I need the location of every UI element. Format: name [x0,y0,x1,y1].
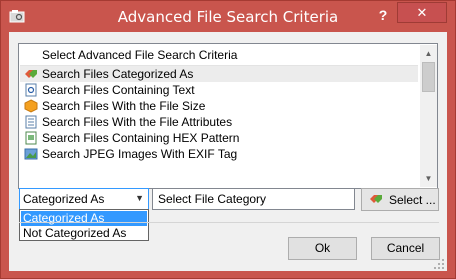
cancel-button[interactable]: Cancel [371,237,440,260]
list-item-hex[interactable]: Search Files Containing HEX Pattern [20,130,418,146]
condition-combo[interactable]: Categorized As ▼ [19,188,149,210]
list-item-categorized[interactable]: Search Files Categorized As [20,66,418,82]
category-field[interactable]: Select File Category [152,188,355,210]
hex-document-icon [25,131,37,145]
scroll-down-arrow-icon[interactable]: ▼ [420,170,437,187]
list-item-label: Search Files With the File Size [42,99,206,113]
category-tags-icon [370,195,382,203]
list-item-label: Search Files Containing Text [42,83,195,97]
select-button-label: Select ... [389,193,436,207]
title-bar: Advanced File Search Criteria ? ✕ [1,1,455,32]
dialog-window: Advanced File Search Criteria ? ✕ Select… [0,0,456,279]
help-button[interactable]: ? [373,5,393,25]
category-field-text: Select File Category [158,192,267,206]
ok-button[interactable]: Ok [288,237,357,260]
size-box-icon [24,99,38,113]
list-item-label: Search JPEG Images With EXIF Tag [42,147,238,161]
criteria-list[interactable]: Select Advanced File Search Criteria Sea… [18,43,438,189]
close-button[interactable]: ✕ [397,2,447,23]
condition-dropdown[interactable]: Categorized As Not Categorized As [19,209,149,241]
resize-grip-icon[interactable] [433,258,445,270]
image-icon [24,148,38,160]
list-item-jpeg-exif[interactable]: Search JPEG Images With EXIF Tag [20,146,418,162]
dropdown-option-not-categorized[interactable]: Not Categorized As [21,226,147,241]
list-item-text[interactable]: Search Files Containing Text [20,82,418,98]
list-item-label: Search Files With the File Attributes [42,115,233,129]
select-category-button[interactable]: Select ... [361,188,439,211]
condition-combo-value: Categorized As [23,192,105,206]
list-item-attributes[interactable]: Search Files With the File Attributes [20,114,418,130]
divider [19,222,439,223]
attributes-document-icon [25,115,37,129]
category-tags-icon [25,70,37,78]
chevron-down-icon[interactable]: ▼ [135,193,144,203]
dialog-body: Select Advanced File Search Criteria Sea… [9,32,447,271]
list-item-label: Search Files Containing HEX Pattern [42,131,240,145]
scroll-up-arrow-icon[interactable]: ▲ [420,45,437,62]
list-scrollbar[interactable]: ▲ ▼ [420,45,437,187]
list-header-label: Select Advanced File Search Criteria [42,48,238,62]
list-header: Select Advanced File Search Criteria [20,45,418,66]
scroll-thumb[interactable] [422,62,435,92]
text-document-icon [25,83,37,97]
list-item-label: Search Files Categorized As [42,67,194,81]
list-item-size[interactable]: Search Files With the File Size [20,98,418,114]
dropdown-option-categorized[interactable]: Categorized As [21,211,147,226]
